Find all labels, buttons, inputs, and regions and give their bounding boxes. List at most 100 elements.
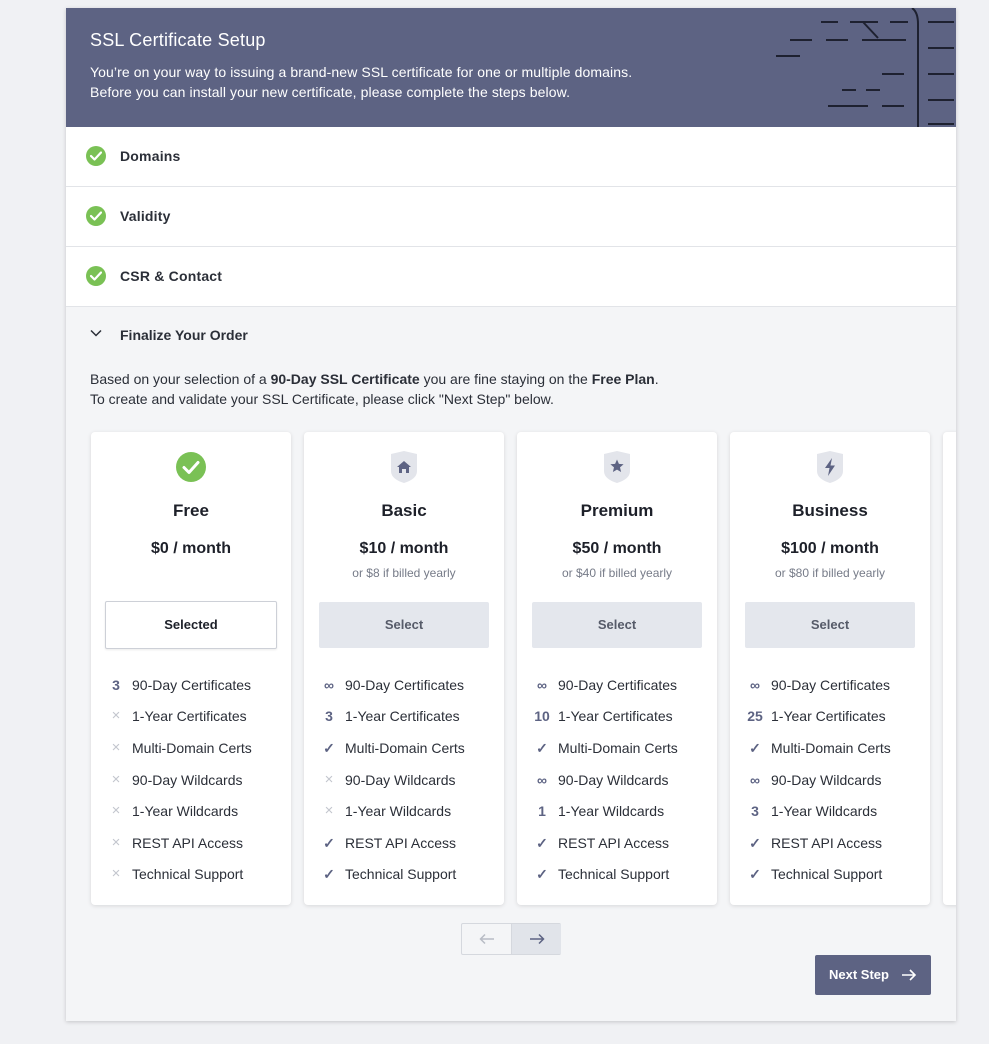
feature-label: Multi-Domain Certs <box>771 740 891 756</box>
desc-suffix: . <box>654 371 659 387</box>
feature-label: REST API Access <box>771 835 883 851</box>
checkmark-icon: ✓ <box>749 740 761 756</box>
arrow-right-icon <box>529 933 545 945</box>
feature-count: 10 <box>534 708 550 724</box>
home-shield-icon <box>391 451 417 483</box>
checkmark-icon: ✓ <box>323 835 335 851</box>
arrow-right-icon <box>902 969 917 981</box>
feature-row: × Technical Support <box>91 862 291 886</box>
desc-prefix: Based on your selection of a <box>90 371 271 387</box>
feature-label: Multi-Domain Certs <box>558 740 678 756</box>
feature-label: 90-Day Certificates <box>558 677 678 693</box>
feature-row: ✓ REST API Access <box>517 831 717 855</box>
feature-row: ✓ Multi-Domain Certs <box>517 736 717 760</box>
feature-label: 1-Year Wildcards <box>345 803 452 819</box>
feature-row: × 1-Year Wildcards <box>91 799 291 823</box>
plan-name: Basic <box>381 501 427 520</box>
feature-label: 1-Year Wildcards <box>132 803 239 819</box>
checkmark-icon: ✓ <box>536 866 548 882</box>
desc-certificate-type: 90-Day SSL Certificate <box>270 371 420 387</box>
checkmark-icon: ✓ <box>749 835 761 851</box>
plan-select-button[interactable]: Select <box>532 602 702 648</box>
check-circle-icon <box>86 206 106 226</box>
step-domains[interactable]: Domains <box>66 127 956 187</box>
chevron-down-icon[interactable] <box>90 329 102 337</box>
plan-card-premium: Premium $50 / month or $40 if billed yea… <box>517 432 717 905</box>
feature-row: ✓ Technical Support <box>730 862 930 886</box>
feature-label: 1-Year Certificates <box>132 708 247 724</box>
setup-header: SSL Certificate Setup You’re on your way… <box>66 8 956 127</box>
cross-icon: × <box>111 707 121 724</box>
plan-price: $100 / month <box>781 540 879 557</box>
cross-icon: × <box>111 834 121 851</box>
feature-row: 3 90-Day Certificates <box>91 673 291 697</box>
feature-label: Technical Support <box>558 866 670 882</box>
cross-icon: × <box>111 739 121 756</box>
next-step-button[interactable]: Next Step <box>815 955 931 995</box>
feature-label: 1-Year Certificates <box>345 708 460 724</box>
checkmark-icon: ✓ <box>749 866 761 882</box>
step-finalize-order: Finalize Your Order Based on your select… <box>66 307 956 1021</box>
feature-label: Multi-Domain Certs <box>132 740 252 756</box>
page-title: SSL Certificate Setup <box>90 30 266 50</box>
feature-label: Technical Support <box>345 866 457 882</box>
feature-row: ✓ Multi-Domain Certs <box>304 736 504 760</box>
cross-icon: × <box>111 771 121 788</box>
feature-row: ✓ Technical Support <box>304 862 504 886</box>
step-label: CSR & Contact <box>120 268 223 284</box>
feature-count: 3 <box>751 803 759 819</box>
feature-label: REST API Access <box>558 835 670 851</box>
plan-select-button[interactable]: Select <box>319 602 489 648</box>
feature-row: × REST API Access <box>91 831 291 855</box>
plan-select-button[interactable]: Select <box>745 602 915 648</box>
plan-yearly-price: or $40 if billed yearly <box>561 566 673 580</box>
feature-label: 90-Day Certificates <box>771 677 891 693</box>
plan-yearly-price: or $80 if billed yearly <box>774 566 886 580</box>
arrow-left-icon <box>478 933 494 945</box>
plan-selected-button[interactable]: Selected <box>105 601 277 649</box>
check-circle-icon <box>86 266 106 286</box>
step-csr-contact[interactable]: CSR & Contact <box>66 247 956 307</box>
plan-price: $10 / month <box>359 540 449 557</box>
header-subtitle-line1: You’re on your way to issuing a brand-ne… <box>90 64 633 80</box>
feature-row: ∞ 90-Day Wildcards <box>517 768 717 792</box>
next-arrow-button[interactable] <box>511 924 561 954</box>
feature-row: ✓ Technical Support <box>517 862 717 886</box>
feature-label: 1-Year Wildcards <box>558 803 665 819</box>
feature-label: 90-Day Certificates <box>345 677 465 693</box>
infinity-icon: ∞ <box>750 772 760 788</box>
feature-label: 90-Day Wildcards <box>771 772 882 788</box>
infinity-icon: ∞ <box>537 772 547 788</box>
ssl-setup-panel: SSL Certificate Setup You’re on your way… <box>66 8 956 1021</box>
step-validity[interactable]: Validity <box>66 187 956 247</box>
step-label: Domains <box>120 148 181 164</box>
plan-name: Premium <box>580 501 654 520</box>
desc-mid: you are fine staying on the <box>419 371 592 387</box>
infinity-icon: ∞ <box>324 677 334 693</box>
header-decoration <box>776 8 954 127</box>
plan-name: Free <box>173 501 209 520</box>
feature-label: Technical Support <box>132 866 244 882</box>
feature-row: ✓ REST API Access <box>304 831 504 855</box>
plan-pager <box>461 923 561 955</box>
finalize-label[interactable]: Finalize Your Order <box>120 327 248 343</box>
feature-label: Technical Support <box>771 866 883 882</box>
feature-row: 3 1-Year Certificates <box>304 704 504 728</box>
check-circle-icon <box>176 452 206 482</box>
feature-label: 90-Day Wildcards <box>558 772 669 788</box>
feature-row: × 90-Day Wildcards <box>91 768 291 792</box>
plan-card-basic: Basic $10 / month or $8 if billed yearly… <box>304 432 504 905</box>
feature-label: 90-Day Certificates <box>132 677 252 693</box>
star-shield-icon <box>604 451 630 483</box>
plan-name: Business <box>792 501 868 520</box>
previous-arrow-button[interactable] <box>462 924 511 954</box>
infinity-icon: ∞ <box>750 677 760 693</box>
feature-label: REST API Access <box>345 835 457 851</box>
feature-row: ✓ REST API Access <box>730 831 930 855</box>
plan-price: $50 / month <box>572 540 662 557</box>
feature-label: 1-Year Wildcards <box>771 803 878 819</box>
feature-label: 1-Year Certificates <box>771 708 886 724</box>
feature-count: 3 <box>112 677 120 693</box>
feature-label: 90-Day Wildcards <box>132 772 243 788</box>
feature-row: 1 1-Year Wildcards <box>517 799 717 823</box>
